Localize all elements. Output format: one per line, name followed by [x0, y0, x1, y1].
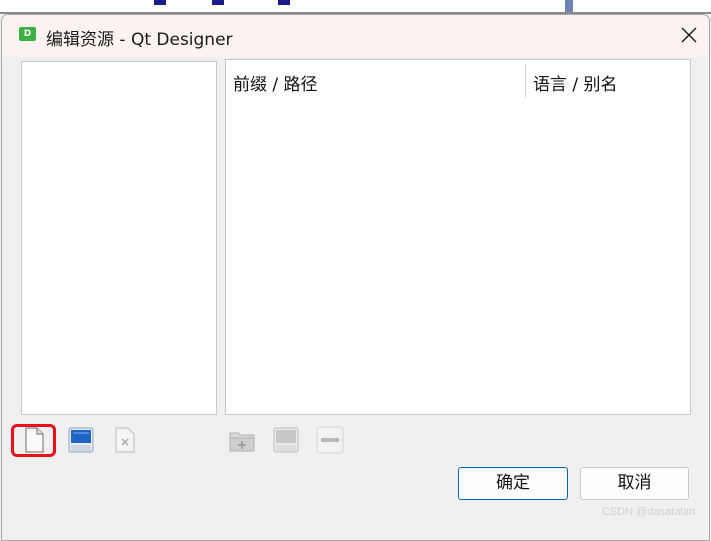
save-icon	[68, 427, 94, 453]
remove-icon	[316, 426, 344, 454]
add-file-icon	[273, 427, 299, 453]
title-bar: D 编辑资源 - Qt Designer	[2, 15, 709, 57]
add-prefix-button[interactable]	[227, 425, 257, 455]
watermark: CSDN @dasatalan	[601, 506, 695, 518]
open-resource-file-button[interactable]	[66, 425, 96, 455]
background-mark	[212, 0, 224, 5]
column-header-language-alias[interactable]: 语言 / 别名	[533, 70, 618, 95]
ok-button[interactable]: 确定	[458, 467, 568, 500]
qt-designer-app-icon: D	[19, 27, 36, 41]
window-title: 编辑资源 - Qt Designer	[46, 30, 233, 50]
table-header: 前缀 / 路径 语言 / 别名	[226, 60, 690, 100]
background-mark	[154, 0, 166, 5]
column-divider	[525, 64, 526, 98]
resource-file-list[interactable]	[21, 61, 217, 415]
add-folder-icon	[229, 432, 255, 452]
remove-entry-button[interactable]	[315, 425, 345, 455]
column-header-prefix-path[interactable]: 前缀 / 路径	[233, 70, 318, 95]
resource-tree-table[interactable]: 前缀 / 路径 语言 / 别名	[225, 59, 691, 415]
add-files-button[interactable]	[271, 425, 301, 455]
new-resource-file-button[interactable]	[19, 425, 49, 455]
remove-file-icon	[115, 427, 135, 453]
background-mark	[278, 0, 290, 5]
remove-resource-file-button[interactable]	[110, 425, 140, 455]
new-file-icon	[25, 427, 44, 453]
cancel-button[interactable]: 取消	[580, 467, 689, 500]
close-button[interactable]	[677, 23, 701, 47]
close-icon	[681, 27, 697, 43]
